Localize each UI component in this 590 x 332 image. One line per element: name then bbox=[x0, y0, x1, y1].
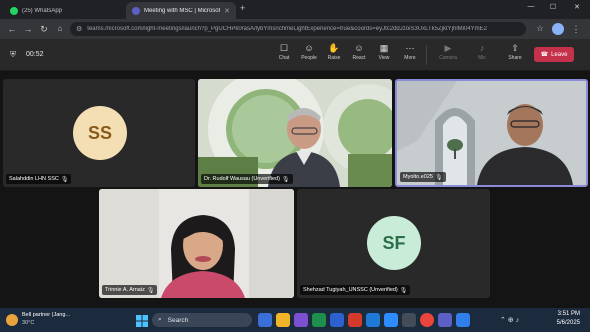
profile-avatar[interactable] bbox=[552, 23, 564, 35]
video-feed bbox=[198, 79, 392, 187]
mic-muted-icon: 🎙 bbox=[399, 287, 408, 294]
windows-taskbar: Bell partner (Jang... 30°C ⌕ Search ⌃ ⊕ … bbox=[0, 308, 590, 332]
excel-icon[interactable] bbox=[312, 313, 326, 327]
meeting-toolbar: ⛨ 00:52 ☐ Chat ☺ People ✋ Raise ☺ React … bbox=[0, 39, 590, 71]
avatar: SS bbox=[73, 106, 127, 160]
participant-tile[interactable]: Dr. Rudolf Wausau (Unverified) 🎙 bbox=[198, 79, 392, 187]
task-view-icon[interactable] bbox=[258, 313, 272, 327]
new-tab-button[interactable]: + bbox=[240, 3, 245, 13]
zoom-icon[interactable] bbox=[384, 313, 398, 327]
browser-tab[interactable]: (25) WhatsApp bbox=[4, 2, 122, 19]
weather-temp: 30°C bbox=[22, 320, 35, 326]
mic-icon: ♪ bbox=[479, 43, 485, 53]
word-icon[interactable] bbox=[456, 313, 470, 327]
chat-button[interactable]: ☐ Chat bbox=[272, 43, 296, 67]
view-button[interactable]: ▦ View bbox=[372, 43, 396, 67]
leave-button[interactable]: ☎ Leave bbox=[534, 47, 574, 62]
mic-icon: 🎙 bbox=[146, 287, 155, 294]
browser-tab-active[interactable]: Meeting with MSC | Microsoft Teams ✕ bbox=[126, 2, 236, 19]
home-icon[interactable]: ⌂ bbox=[54, 23, 66, 35]
participant-nametag: Trinnie A. Arnaiz 🎙 bbox=[102, 285, 158, 295]
more-button[interactable]: ⋯ More bbox=[398, 43, 422, 67]
outlook-icon[interactable] bbox=[366, 313, 380, 327]
raise-hand-button[interactable]: ✋ Raise bbox=[322, 43, 346, 67]
weather-icon bbox=[6, 314, 18, 326]
teams-icon bbox=[132, 6, 140, 15]
video-feed bbox=[397, 81, 586, 185]
site-info-icon[interactable]: ⚙ bbox=[76, 25, 82, 33]
forward-button[interactable]: → bbox=[22, 23, 34, 35]
share-icon: ⇧ bbox=[511, 43, 519, 53]
participant-tile[interactable]: Trinnie A. Arnaiz 🎙 bbox=[99, 189, 294, 298]
raise-hand-icon: ✋ bbox=[328, 43, 340, 53]
close-window-button[interactable]: ✕ bbox=[570, 3, 584, 15]
more-icon: ⋯ bbox=[405, 43, 415, 53]
browser-address-bar: ← → ↻ ⌂ ⚙ teams.microsoft.com/light-meet… bbox=[0, 19, 590, 39]
windows-start-icon[interactable] bbox=[136, 314, 148, 327]
system-tray-icons[interactable]: ⌃ ⊕ ♪ bbox=[500, 316, 519, 324]
chrome-icon[interactable] bbox=[420, 313, 434, 327]
store-icon[interactable] bbox=[402, 313, 416, 327]
react-icon: ☺ bbox=[354, 43, 364, 53]
participant-nametag: Salahddin LHN SSC 🎙 bbox=[6, 174, 72, 184]
participant-tile-active-speaker[interactable]: Myolto.e025 🎙 bbox=[395, 79, 588, 187]
minimize-button[interactable]: — bbox=[524, 3, 538, 15]
mic-button[interactable]: ♪ Mic bbox=[470, 43, 494, 67]
office-icon[interactable] bbox=[348, 313, 362, 327]
back-button[interactable]: ← bbox=[6, 23, 18, 35]
avatar: SF bbox=[367, 216, 421, 270]
participant-nametag: Dr. Rudolf Wausau (Unverified) 🎙 bbox=[201, 174, 293, 184]
meeting-timer: 00:52 bbox=[26, 51, 44, 58]
participant-tile[interactable]: SF Shehzad Tugiyah_UNSSC (Unverified) 🎙 bbox=[297, 189, 490, 298]
tab-title: Meeting with MSC | Microsoft Teams bbox=[144, 7, 221, 14]
search-icon: ⌕ bbox=[158, 316, 162, 323]
camera-button[interactable]: ▶ Camera bbox=[436, 43, 460, 67]
browser-tabstrip: (25) WhatsApp Meeting with MSC | Microso… bbox=[0, 0, 590, 19]
people-icon: ☺ bbox=[304, 43, 314, 53]
teams-app-icon[interactable] bbox=[294, 313, 308, 327]
whatsapp-icon bbox=[10, 6, 18, 15]
react-button[interactable]: ☺ React bbox=[347, 43, 371, 67]
close-tab-icon[interactable]: ✕ bbox=[224, 7, 230, 15]
teams-icon[interactable] bbox=[438, 313, 452, 327]
shield-icon: ⛨ bbox=[10, 50, 16, 59]
taskbar-search[interactable]: ⌕ Search bbox=[152, 313, 252, 327]
file-explorer-icon[interactable] bbox=[276, 313, 290, 327]
bookmark-star-icon[interactable]: ☆ bbox=[534, 23, 546, 35]
people-button[interactable]: ☺ People bbox=[297, 43, 321, 67]
reload-button[interactable]: ↻ bbox=[38, 23, 50, 35]
meeting-stage: SS Salahddin LHN SSC 🎙 Dr. Rudolf Wausau… bbox=[0, 71, 590, 308]
edge-icon[interactable] bbox=[330, 313, 344, 327]
camera-icon: ▶ bbox=[444, 43, 452, 53]
participant-nametag: Shehzad Tugiyah_UNSSC (Unverified) 🎙 bbox=[300, 285, 411, 295]
mic-muted-icon: 🎙 bbox=[60, 176, 69, 183]
taskbar-time[interactable]: 3:51 PM bbox=[540, 311, 580, 317]
browser-menu-icon[interactable]: ⋮ bbox=[570, 23, 582, 35]
url-text: teams.microsoft.com/light-meetings/launc… bbox=[87, 26, 488, 32]
view-icon: ▦ bbox=[379, 43, 389, 53]
video-feed bbox=[99, 189, 294, 298]
mic-icon: 🎙 bbox=[434, 174, 443, 181]
participant-nametag: Myolto.e025 🎙 bbox=[400, 172, 446, 182]
tab-title: (25) WhatsApp bbox=[22, 7, 63, 14]
chat-icon: ☐ bbox=[279, 43, 289, 53]
weather-text[interactable]: Bell partner (Jang... bbox=[22, 312, 70, 318]
taskbar-date[interactable]: 5/6/2025 bbox=[540, 320, 580, 326]
mic-icon: 🎙 bbox=[281, 176, 290, 183]
toolbar-divider bbox=[426, 45, 427, 65]
share-button[interactable]: ⇧ Share bbox=[503, 43, 527, 67]
url-input[interactable]: ⚙ teams.microsoft.com/light-meetings/lau… bbox=[70, 22, 526, 36]
phone-hangup-icon: ☎ bbox=[540, 52, 549, 58]
maximize-button[interactable]: ☐ bbox=[546, 3, 560, 15]
participant-tile[interactable]: SS Salahddin LHN SSC 🎙 bbox=[3, 79, 195, 187]
